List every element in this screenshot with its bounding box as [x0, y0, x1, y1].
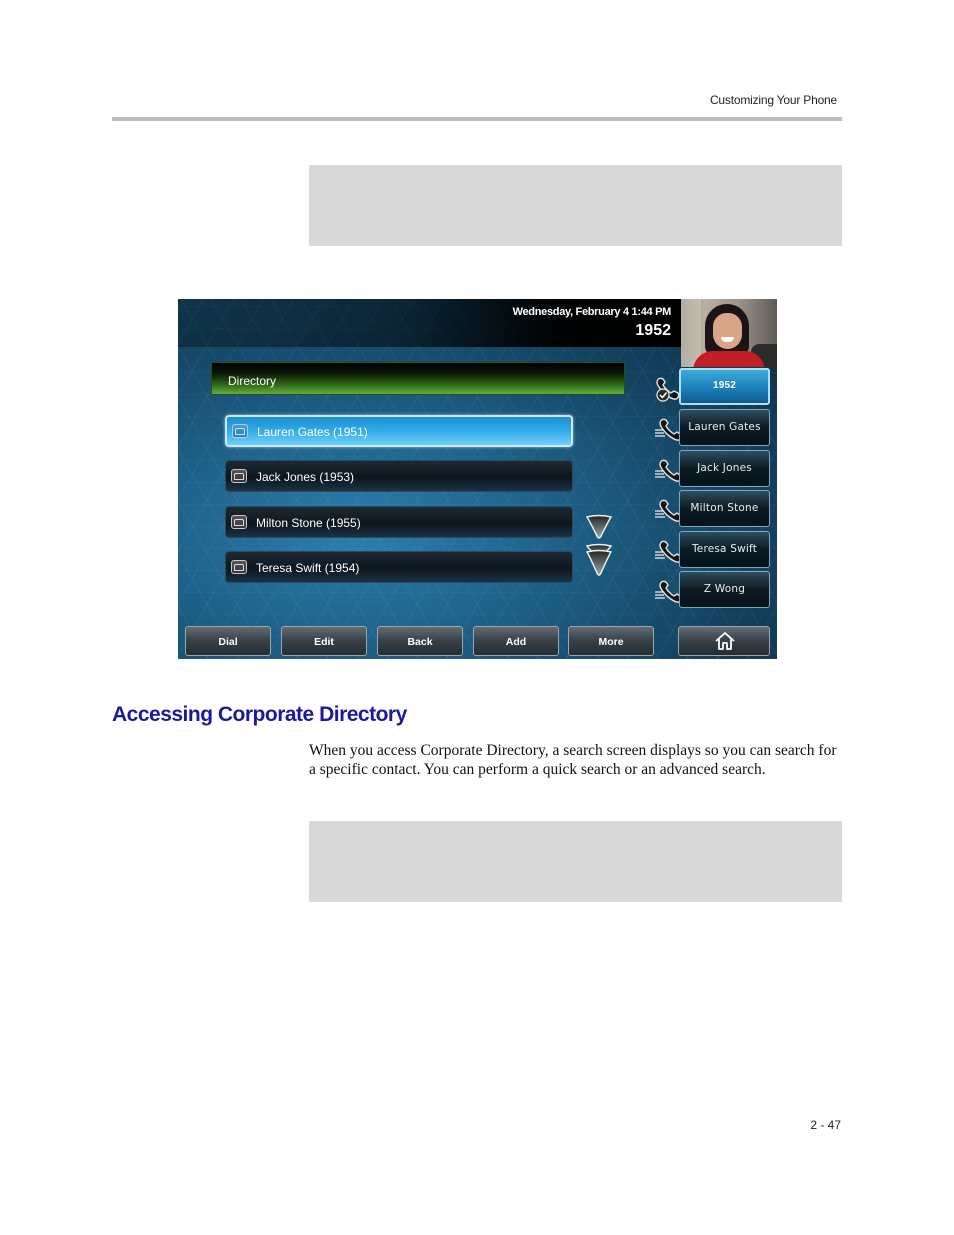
chevron-down-icon[interactable]	[585, 514, 613, 540]
phone-screenshot: Wednesday, February 4 1:44 PM 1952 Direc…	[178, 299, 777, 659]
line-key-label: Lauren Gates	[688, 421, 761, 433]
speed-dial-icon	[655, 418, 682, 441]
speed-dial-icon	[655, 459, 682, 482]
note-box-top	[309, 165, 842, 246]
dial-softkey[interactable]: Dial	[185, 626, 271, 656]
book-icon	[231, 469, 247, 483]
edit-softkey[interactable]: Edit	[281, 626, 367, 656]
entry-label: Milton Stone (1955)	[256, 516, 361, 530]
extension-number: 1952	[635, 322, 671, 339]
line-key[interactable]: Teresa Swift	[679, 531, 770, 568]
entry-label: Lauren Gates (1951)	[257, 425, 368, 439]
line-key-label: 1952	[712, 380, 737, 391]
handset-check-icon	[656, 377, 680, 402]
body-paragraph: When you access Corporate Directory, a s…	[309, 742, 837, 778]
home-icon	[715, 632, 735, 650]
speed-dial-icon	[655, 580, 682, 603]
entry-label: Teresa Swift (1954)	[256, 561, 360, 575]
softkey-label: More	[598, 636, 624, 648]
date-time: Wednesday, February 4 1:44 PM	[512, 306, 672, 318]
line-key-label: Jack Jones	[697, 462, 752, 474]
softkey-label: Back	[407, 636, 433, 648]
back-softkey[interactable]: Back	[377, 626, 463, 656]
book-icon	[231, 560, 247, 574]
directory-entry[interactable]: Jack Jones (1953)	[225, 460, 573, 492]
book-icon	[232, 424, 248, 438]
line-key-label: Z Wong	[703, 583, 746, 595]
line-key[interactable]: Jack Jones	[679, 450, 770, 487]
double-chevron-down-icon[interactable]	[585, 543, 613, 579]
contact-photo	[681, 299, 777, 367]
line-key-label: Milton Stone	[690, 502, 759, 514]
more-softkey[interactable]: More	[568, 626, 654, 656]
speed-dial-icon	[655, 540, 682, 563]
section-heading: Accessing Corporate Directory	[112, 703, 407, 726]
line-key[interactable]: 1952	[679, 368, 770, 405]
softkey-label: Add	[505, 636, 527, 648]
directory-entry[interactable]: Teresa Swift (1954)	[225, 551, 573, 583]
line-key[interactable]: Lauren Gates	[679, 409, 770, 446]
directory-entry[interactable]: Lauren Gates (1951)	[225, 415, 573, 447]
line-key-label: Teresa Swift	[691, 543, 758, 555]
softkey-label: Edit	[314, 636, 334, 648]
page-number: 2 - 47	[810, 1118, 841, 1132]
book-icon	[231, 515, 247, 529]
softkey-label: Dial	[218, 636, 238, 648]
home-button[interactable]	[678, 626, 770, 656]
line-key[interactable]: Milton Stone	[679, 490, 770, 527]
line-key[interactable]: Z Wong	[679, 571, 770, 608]
note-box-bottom	[309, 821, 842, 902]
directory-title-bar: Directory	[211, 362, 625, 395]
header-rule	[112, 117, 842, 121]
directory-title: Directory	[228, 374, 277, 388]
directory-entry[interactable]: Milton Stone (1955)	[225, 506, 573, 538]
running-header: Customizing Your Phone	[709, 93, 837, 107]
speed-dial-icon	[655, 499, 682, 522]
add-softkey[interactable]: Add	[473, 626, 559, 656]
entry-label: Jack Jones (1953)	[256, 470, 355, 484]
